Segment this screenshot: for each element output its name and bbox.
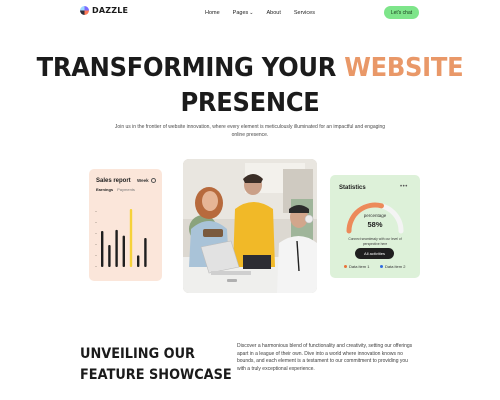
tab-earnings[interactable]: Earnings: [96, 187, 113, 192]
y-axis-tick: [95, 211, 97, 212]
legend-label-2: Data item 2: [385, 264, 406, 269]
office-team-illustration: [183, 159, 317, 293]
statistics-title: Statistics: [339, 185, 366, 191]
feature-description: Discover a harmonious blend of functiona…: [237, 343, 413, 372]
feature-title-line1: UNVEILING OUR: [80, 346, 195, 362]
brand-name: DAZZLE: [92, 6, 129, 15]
sales-tabs: Earnings Payments: [96, 187, 135, 192]
statistics-card: Statistics ••• percentage 58% Connect se…: [330, 175, 420, 278]
period-label: Week: [137, 178, 149, 183]
main-menu: Home Pages ⌄ About Services: [205, 10, 315, 16]
legend-dot-blue: [380, 265, 383, 268]
nav-item-home[interactable]: Home: [205, 10, 220, 16]
nav-item-home-label: Home: [205, 10, 220, 16]
legend-item-2: Data item 2: [380, 264, 405, 269]
sales-bar: [115, 229, 118, 267]
sales-bar-chart: [95, 209, 147, 267]
all-activities-button[interactable]: All activities: [355, 248, 394, 259]
lets-chat-button[interactable]: Let's chat: [384, 6, 419, 19]
sales-bar: [108, 244, 111, 267]
brand-logo[interactable]: DAZZLE: [80, 6, 128, 15]
nav-item-services-label: Services: [293, 10, 315, 16]
team-photo: [183, 159, 317, 293]
sales-report-card: Sales report Week Earnings Payments: [89, 169, 162, 281]
feature-title-line2: FEATURE SHOWCASE: [80, 367, 232, 383]
sales-bar: [101, 231, 104, 267]
percentage-label: percentage: [363, 213, 387, 218]
nav-item-about[interactable]: About: [266, 10, 280, 16]
hero-title-prefix: TRANSFORMING YOUR: [36, 53, 345, 83]
period-selector[interactable]: Week: [137, 178, 156, 183]
sales-bar: [129, 209, 133, 267]
sales-report-title: Sales report: [96, 178, 131, 184]
hero-subtitle: Join us in the frontier of website innov…: [114, 124, 386, 138]
more-options-icon[interactable]: •••: [400, 184, 408, 190]
legend-dot-orange: [344, 265, 347, 268]
sales-bar: [137, 255, 140, 267]
hero-title-line1: TRANSFORMING YOUR WEBSITE: [18, 55, 483, 81]
hero-title-accent: WEBSITE: [344, 53, 464, 83]
y-axis-tick: [95, 266, 97, 267]
chevron-down-icon: ⌄: [249, 9, 254, 16]
top-navigation: DAZZLE Home Pages ⌄ About Services Let's …: [0, 0, 500, 26]
y-axis-tick: [95, 222, 97, 223]
nav-item-services[interactable]: Services: [294, 10, 315, 16]
y-axis-tick: [95, 244, 97, 245]
y-axis-tick: [95, 255, 97, 256]
y-axis-tick: [95, 233, 97, 234]
percentage-value: 58%: [367, 220, 383, 229]
tab-payments[interactable]: Payments: [117, 187, 135, 192]
hero-title-line2: PRESENCE: [180, 88, 320, 118]
legend-item-1: Data item 1: [344, 264, 369, 269]
nav-item-about-label: About: [266, 10, 281, 16]
clock-icon: [150, 178, 156, 183]
nav-item-pages-label: Pages: [232, 10, 249, 16]
sales-bar: [144, 238, 147, 267]
nav-item-pages[interactable]: Pages ⌄: [233, 10, 254, 16]
sales-bar: [122, 235, 125, 267]
legend-label-1: Data item 1: [349, 264, 370, 269]
statistics-note: Connect seamlessly with our level of per…: [348, 237, 402, 246]
logo-icon: [80, 6, 89, 15]
